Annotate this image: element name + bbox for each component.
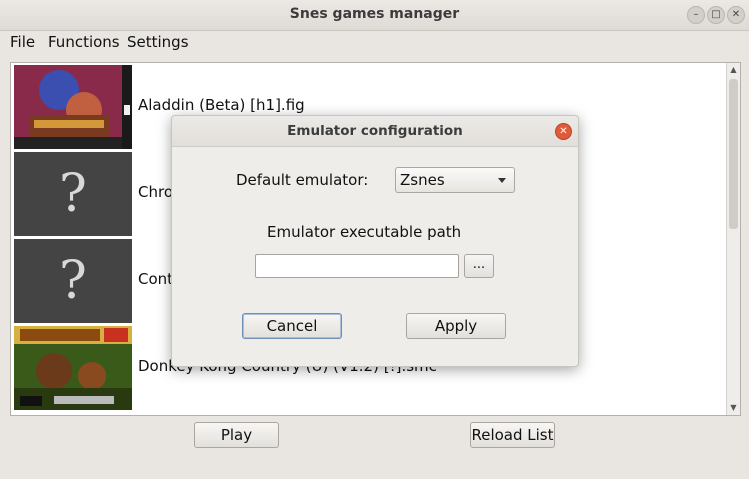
- dropdown-caret-icon: [498, 178, 506, 183]
- browse-button[interactable]: ...: [464, 254, 494, 278]
- emulator-select-value: Zsnes: [400, 171, 445, 189]
- window-close-icon[interactable]: ✕: [727, 6, 745, 24]
- game-label: Chro: [138, 183, 173, 201]
- maximize-icon[interactable]: □: [707, 6, 725, 24]
- window-title: Snes games manager: [289, 6, 460, 22]
- menu-bar: File Functions Settings: [0, 31, 749, 53]
- dialog-title-bar: Emulator configuration ✕: [172, 116, 578, 147]
- reload-list-button[interactable]: Reload List: [470, 422, 555, 448]
- aladdin-cover-image: [14, 65, 132, 149]
- dialog-title: Emulator configuration: [287, 123, 463, 139]
- donkey-kong-cover-image: [14, 326, 132, 410]
- list-scrollbar[interactable]: ▲ ▼: [726, 63, 740, 415]
- minimize-icon[interactable]: –: [687, 6, 705, 24]
- menu-settings[interactable]: Settings: [127, 33, 189, 51]
- menu-file[interactable]: File: [10, 33, 35, 51]
- apply-button[interactable]: Apply: [406, 313, 506, 339]
- emulator-select[interactable]: Zsnes: [395, 167, 515, 193]
- cancel-button[interactable]: Cancel: [242, 313, 342, 339]
- scroll-up-icon[interactable]: ▲: [727, 63, 740, 77]
- executable-path-input[interactable]: [255, 254, 459, 278]
- scrollbar-thumb[interactable]: [729, 79, 738, 229]
- unknown-cover-icon: ?: [14, 152, 132, 236]
- dialog-close-icon[interactable]: ✕: [555, 123, 572, 140]
- executable-path-label: Emulator executable path: [267, 223, 462, 241]
- scroll-down-icon[interactable]: ▼: [727, 401, 740, 415]
- game-label: Aladdin (Beta) [h1].fig: [138, 96, 305, 114]
- default-emulator-label: Default emulator:: [236, 171, 369, 189]
- unknown-cover-icon: ?: [14, 239, 132, 323]
- emulator-config-dialog: Emulator configuration ✕ Default emulato…: [171, 115, 579, 367]
- play-button[interactable]: Play: [194, 422, 279, 448]
- title-bar: Snes games manager – □ ✕: [0, 0, 749, 31]
- menu-functions[interactable]: Functions: [48, 33, 120, 51]
